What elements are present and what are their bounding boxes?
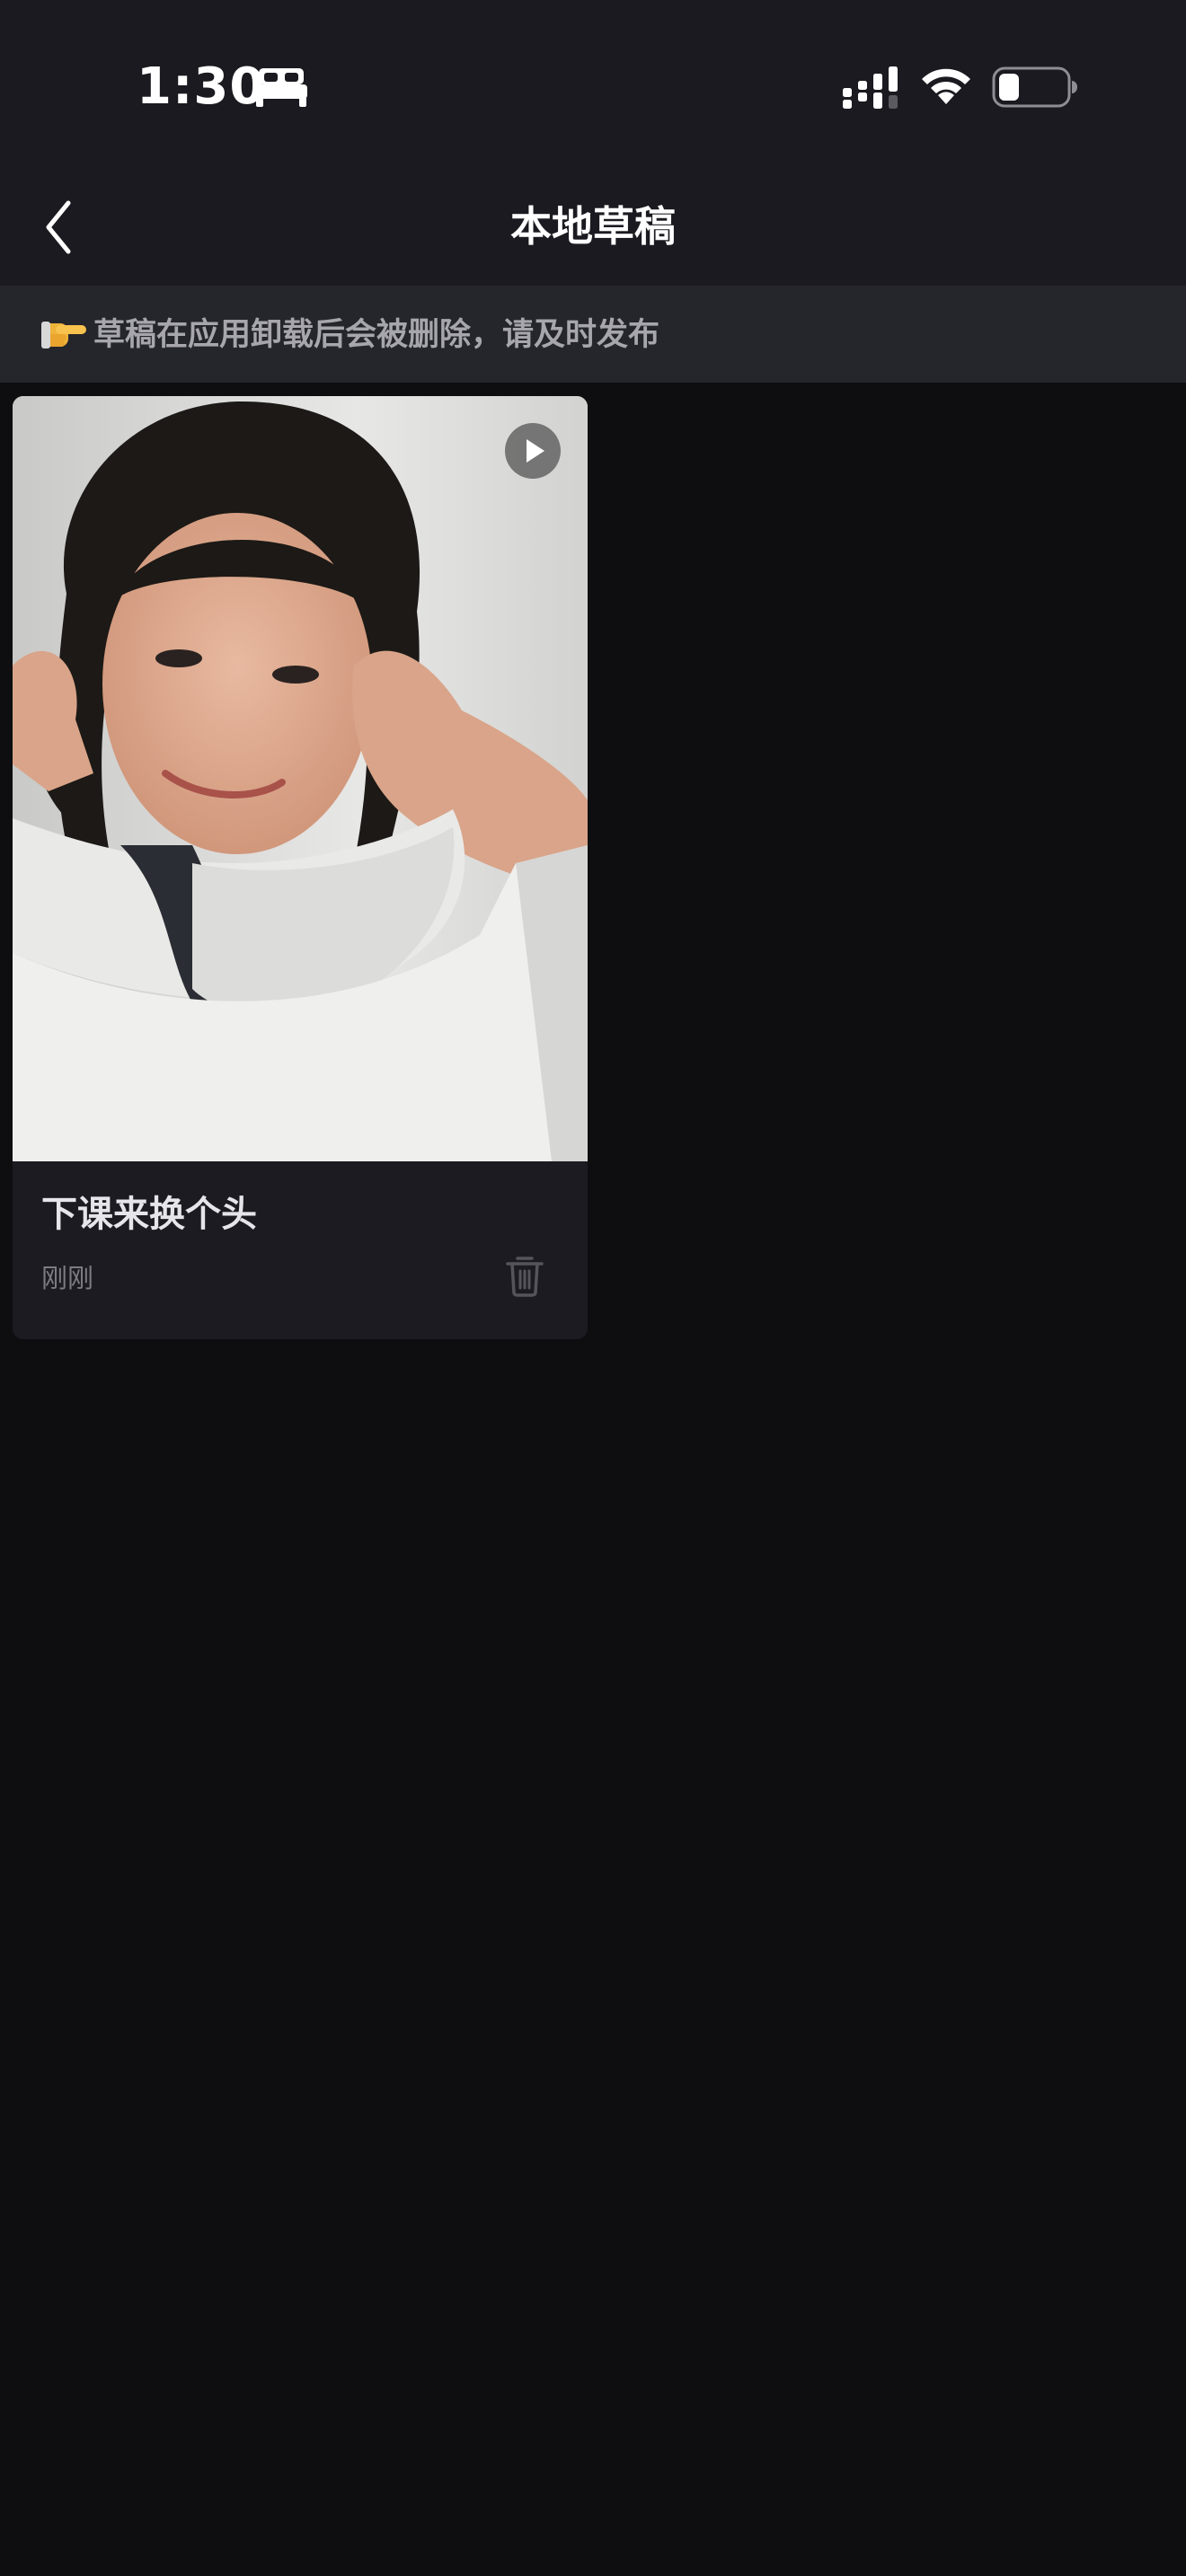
pointing-hand-icon [40, 314, 88, 354]
play-icon [527, 439, 544, 463]
notice-text: 草稿在应用卸载后会被删除，请及时发布 [93, 317, 660, 353]
trash-icon[interactable] [505, 1253, 544, 1298]
wifi-icon [922, 68, 970, 104]
play-button[interactable] [505, 423, 561, 479]
screen: 1:30 本地草稿 草稿在应用卸载后会被删除，请及时发布 下课来换个头 刚刚 [0, 0, 1186, 2576]
battery-icon [992, 66, 1077, 108]
draft-card[interactable]: 下课来换个头 刚刚 [13, 396, 588, 1339]
draft-title: 下课来换个头 [41, 1194, 257, 1235]
cellular-signal-icon [843, 66, 898, 109]
bed-icon [255, 68, 307, 107]
status-time: 1:30 [137, 57, 266, 116]
top-bar: 1:30 本地草稿 [0, 0, 1186, 286]
page-title: 本地草稿 [510, 202, 676, 251]
draft-timestamp: 刚刚 [41, 1263, 94, 1293]
draft-thumbnail[interactable] [13, 396, 588, 1161]
